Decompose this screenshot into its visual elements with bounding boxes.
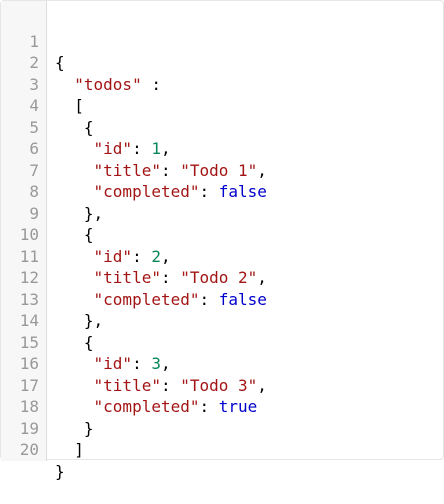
close-bracket: ] — [74, 440, 84, 459]
code-line-2: 2 "todos" : — [1, 31, 444, 94]
code-text: ] — [55, 439, 84, 461]
code-line-1: 1 { — [1, 9, 444, 73]
code-line-20: 20 } — [1, 418, 444, 481]
code-line-5: 5 "id": 1, — [1, 95, 444, 159]
code-line-9: 9 { — [1, 181, 444, 245]
code-line-13: 13 }, — [1, 267, 444, 331]
close-brace: } — [55, 461, 65, 481]
code-line-18: 18 } — [1, 375, 444, 438]
code-line-16: 16 "title": "Todo 3", — [1, 332, 444, 395]
code-line-8: 8 }, — [1, 160, 444, 223]
code-line-4: 4 { — [1, 74, 444, 137]
code-line-17: 17 "completed": true — [1, 353, 444, 417]
code-line-7: 7 "completed": false — [1, 138, 444, 202]
json-code-viewer: 1 { 2 "todos" : 3 [ 4 { 5 "id": 1, 6 "ti… — [0, 0, 444, 481]
code-line-6: 6 "title": "Todo 1", — [1, 117, 444, 180]
line-number: 20 — [19, 440, 39, 459]
code-line-10: 10 "id": 2, — [1, 203, 444, 266]
code-line-15: 15 "id": 3, — [1, 310, 444, 374]
code-line-14: 14 { — [1, 289, 444, 352]
code-line-3: 3 [ — [1, 52, 444, 116]
code-line-19: 19 ] — [1, 396, 444, 460]
code-text: } — [55, 461, 65, 483]
code-line-11: 11 "title": "Todo 2", — [1, 224, 444, 288]
code-line-12: 12 "completed": false — [1, 246, 444, 309]
